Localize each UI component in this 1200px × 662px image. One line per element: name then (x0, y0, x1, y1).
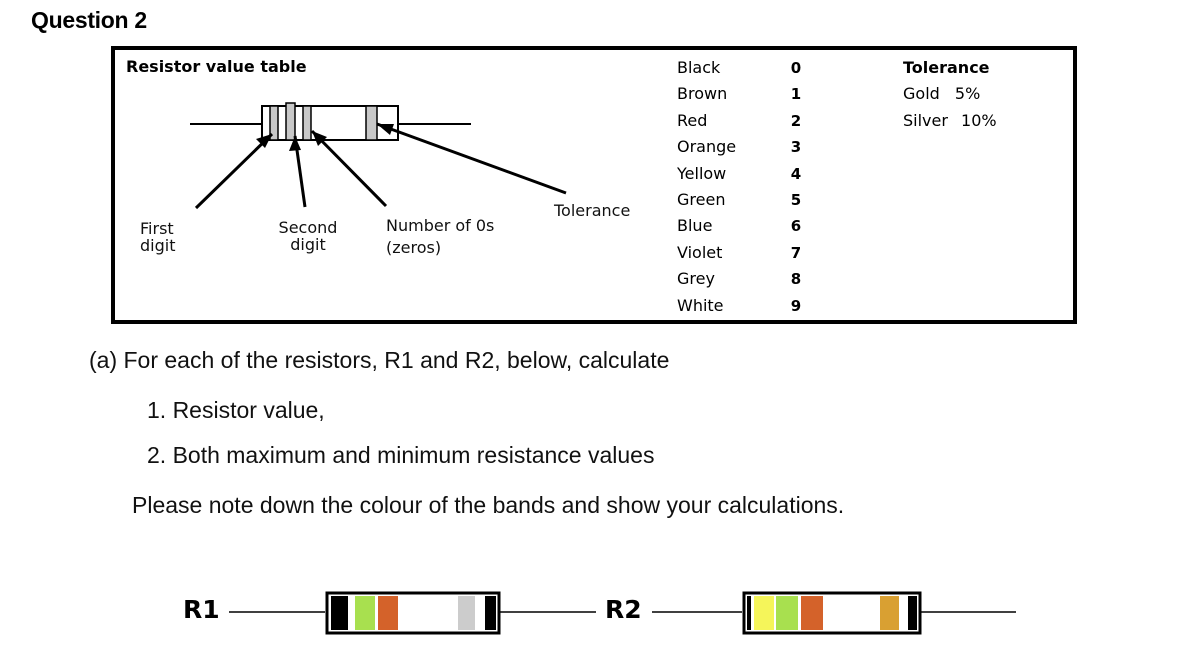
r2-black-end-right (908, 596, 917, 630)
r2-band-second (776, 596, 798, 630)
r2-resistor (652, 591, 1016, 635)
r2-band-multiplier (801, 596, 823, 630)
r2-band-tolerance (880, 596, 899, 630)
r2-black-end (747, 596, 751, 630)
r2-band-first (754, 596, 774, 630)
